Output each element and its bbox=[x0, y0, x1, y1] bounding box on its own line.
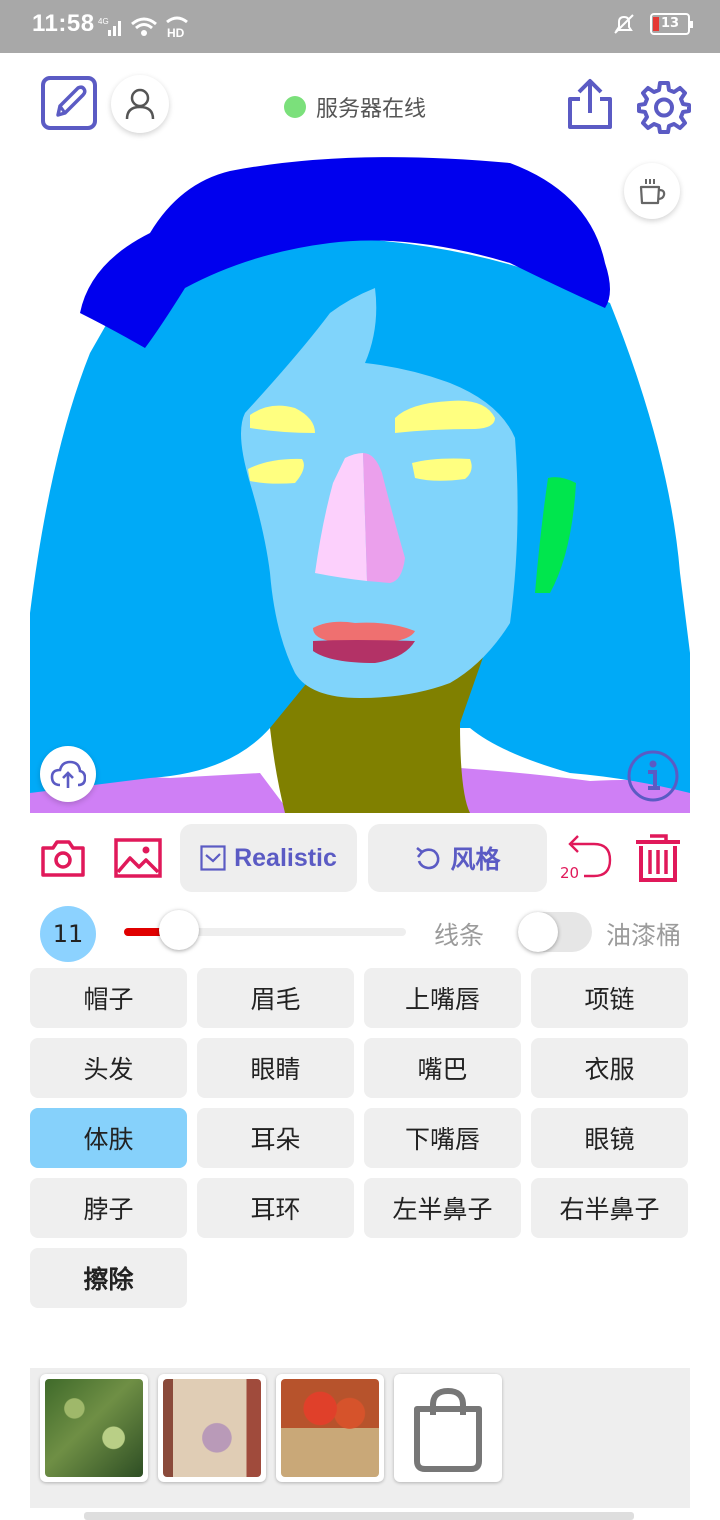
coffee-button[interactable] bbox=[624, 163, 680, 219]
segmentation-sketch bbox=[30, 157, 690, 813]
battery-indicator: 13 bbox=[650, 13, 693, 35]
segment-label-chip[interactable]: 脖子 bbox=[30, 1178, 187, 1238]
cloud-upload-icon bbox=[50, 760, 86, 788]
mode-label: Realistic bbox=[234, 843, 337, 872]
camera-button[interactable] bbox=[40, 838, 86, 878]
coffee-cup-icon bbox=[639, 179, 666, 205]
delete-button[interactable] bbox=[634, 832, 682, 884]
status-bar: 11:58 4G HD 13 bbox=[0, 0, 720, 53]
style-thumbnail-strip bbox=[30, 1368, 690, 1508]
line-mode-label: 线条 bbox=[434, 921, 485, 950]
segment-label-chip[interactable]: 上嘴唇 bbox=[364, 968, 521, 1028]
segment-label-chip[interactable]: 耳朵 bbox=[197, 1108, 354, 1168]
mute-bell-icon bbox=[614, 14, 634, 34]
style-image-autumn bbox=[281, 1379, 379, 1477]
style-thumbnail[interactable] bbox=[276, 1374, 384, 1482]
segment-label-chip[interactable]: 头发 bbox=[30, 1038, 187, 1098]
status-time: 11:58 bbox=[32, 10, 95, 37]
svg-text:HD: HD bbox=[167, 26, 185, 38]
share-button[interactable] bbox=[566, 77, 614, 131]
segment-label-chip[interactable]: 嘴巴 bbox=[364, 1038, 521, 1098]
server-status-label: 服务器在线 bbox=[316, 97, 427, 122]
style-image-forest bbox=[45, 1379, 143, 1477]
edit-button[interactable] bbox=[40, 75, 98, 131]
info-button[interactable] bbox=[626, 749, 680, 803]
checkbox-icon bbox=[200, 845, 226, 871]
segment-label-chip[interactable]: 眼睛 bbox=[197, 1038, 354, 1098]
segment-label-chip[interactable]: 下嘴唇 bbox=[364, 1108, 521, 1168]
slider-thumb[interactable] bbox=[158, 910, 199, 950]
user-profile-button[interactable] bbox=[111, 75, 169, 133]
camera-icon bbox=[41, 840, 85, 877]
brush-size-badge: 11 bbox=[40, 906, 96, 962]
edit-pen-icon bbox=[41, 76, 97, 130]
segment-label-chip[interactable]: 项链 bbox=[531, 968, 688, 1028]
server-status-dot bbox=[284, 96, 306, 118]
wifi-icon bbox=[131, 17, 157, 36]
trash-icon bbox=[636, 834, 680, 882]
segment-label-chip[interactable]: 耳环 bbox=[197, 1178, 354, 1238]
info-icon bbox=[627, 750, 679, 802]
segment-label-chip[interactable]: 体肤 bbox=[30, 1108, 187, 1168]
svg-text:4G: 4G bbox=[98, 17, 109, 26]
style-label: 风格 bbox=[450, 846, 501, 874]
style-thumbnail[interactable] bbox=[40, 1374, 148, 1482]
undo-button[interactable]: 20 bbox=[558, 830, 614, 884]
bucket-toggle[interactable] bbox=[518, 912, 592, 952]
segment-label-chip[interactable]: 眉毛 bbox=[197, 968, 354, 1028]
segment-label-chip[interactable]: 左半鼻子 bbox=[364, 1178, 521, 1238]
segment-label-chip[interactable]: 擦除 bbox=[30, 1248, 187, 1308]
style-thumbnail[interactable] bbox=[158, 1374, 266, 1482]
share-icon bbox=[568, 79, 612, 129]
segment-label-chip[interactable]: 眼镜 bbox=[531, 1108, 688, 1168]
gear-icon bbox=[637, 81, 691, 134]
drawing-canvas[interactable] bbox=[30, 153, 690, 813]
signal-indicators: 4G HD bbox=[98, 14, 190, 38]
style-image-flowers bbox=[163, 1379, 261, 1477]
top-toolbar: 服务器在线 bbox=[0, 53, 720, 153]
refresh-icon bbox=[416, 846, 440, 870]
hd-call-icon: HD bbox=[166, 16, 188, 38]
segment-label-chip[interactable]: 右半鼻子 bbox=[531, 1178, 688, 1238]
gallery-button[interactable] bbox=[114, 838, 162, 878]
action-row: Realistic 风格 20 bbox=[0, 822, 720, 896]
toggle-knob bbox=[518, 912, 558, 952]
style-button[interactable]: 风格 bbox=[368, 824, 547, 892]
user-icon bbox=[125, 88, 155, 120]
mode-toggle-button[interactable]: Realistic bbox=[180, 824, 357, 892]
undo-count: 20 bbox=[560, 864, 580, 882]
image-icon bbox=[114, 838, 162, 878]
shop-button[interactable] bbox=[394, 1374, 502, 1482]
server-status: 服务器在线 bbox=[284, 91, 426, 123]
bucket-label: 油漆桶 bbox=[606, 921, 682, 950]
settings-button[interactable] bbox=[636, 79, 692, 135]
upload-button[interactable] bbox=[40, 746, 96, 802]
segment-label-chip[interactable]: 帽子 bbox=[30, 968, 187, 1028]
cell-signal-icon: 4G bbox=[98, 17, 121, 36]
nav-indicator bbox=[0, 1512, 720, 1520]
shopping-bag-icon bbox=[414, 1387, 482, 1472]
brush-controls: 11 线条 油漆桶 bbox=[0, 902, 720, 964]
segment-label-chip[interactable]: 衣服 bbox=[531, 1038, 688, 1098]
